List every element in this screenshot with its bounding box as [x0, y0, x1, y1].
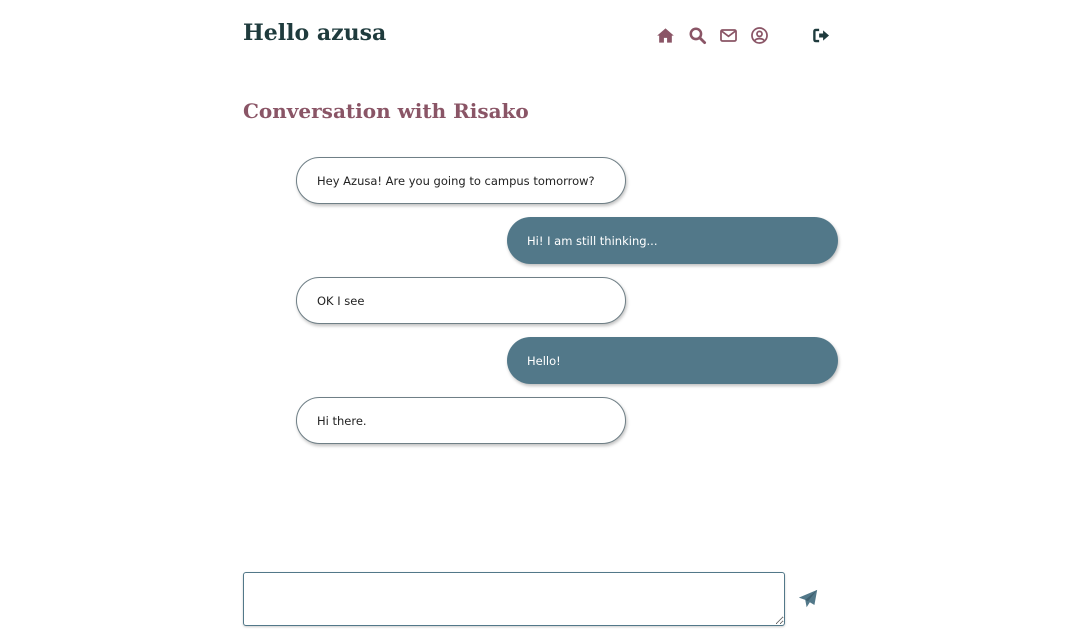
message-incoming: Hi there. [296, 397, 626, 444]
message-incoming: OK I see [296, 277, 626, 324]
user-circle-icon[interactable] [748, 24, 770, 46]
message-text: Hi! I am still thinking... [527, 233, 658, 248]
message-input[interactable] [243, 572, 785, 626]
message-text: Hello! [527, 353, 561, 368]
message-text: Hey Azusa! Are you going to campus tomor… [317, 173, 595, 188]
sign-out-icon[interactable] [810, 24, 832, 46]
paper-plane-icon[interactable] [796, 587, 820, 611]
mail-icon[interactable] [717, 24, 739, 46]
message-incoming: Hey Azusa! Are you going to campus tomor… [296, 157, 626, 204]
top-nav [0, 24, 1080, 46]
conversation-title: Conversation with Risako [243, 99, 529, 123]
message-text: OK I see [317, 293, 365, 308]
message-outgoing: Hello! [507, 337, 838, 384]
message-text: Hi there. [317, 413, 367, 428]
search-icon[interactable] [686, 24, 708, 46]
home-icon[interactable] [654, 24, 676, 46]
message-outgoing: Hi! I am still thinking... [507, 217, 838, 264]
